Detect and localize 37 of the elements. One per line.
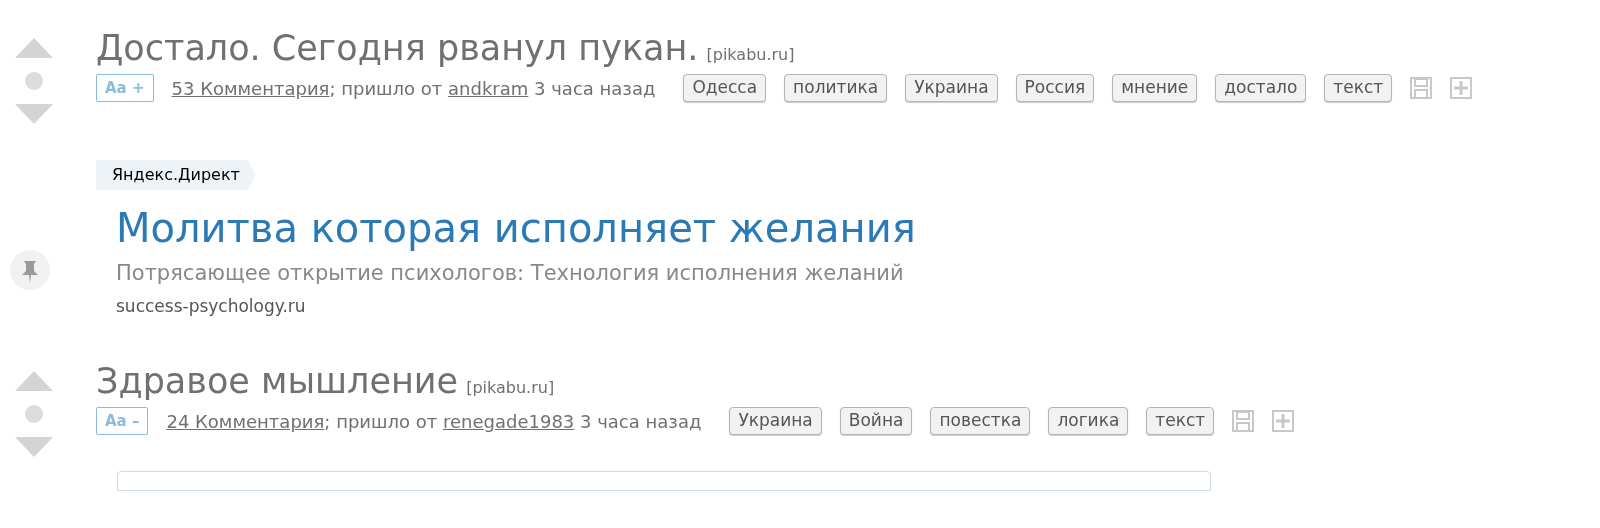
pin-icon[interactable] (10, 249, 50, 290)
post-title[interactable]: Достало. Сегодня рванул пукан. (96, 26, 699, 70)
author-link[interactable]: renegade1983 (442, 410, 575, 432)
upvote-icon[interactable] (15, 371, 53, 391)
post-meta: 24 Комментария; пришло от renegade1983 3 часа назад (166, 409, 702, 434)
ad-title[interactable]: Молитва которая исполняет желания (116, 202, 916, 254)
post-meta: 53 Комментария; пришло от andkram 3 часа назад (171, 76, 656, 101)
tag-button[interactable]: логика (1048, 407, 1129, 435)
tag-button[interactable]: мнение (1112, 74, 1198, 102)
ad-description: Потрясающее открытие психологов: Технология исполнения желаний (116, 260, 905, 287)
save-icon[interactable] (1410, 77, 1433, 99)
author-link[interactable]: andkram (448, 77, 529, 99)
tag-button[interactable]: текст (1324, 74, 1393, 102)
tag-button[interactable]: политика (784, 74, 888, 102)
comments-link[interactable]: 24 Комментария (166, 410, 325, 432)
dot-icon (25, 72, 43, 90)
tag-button[interactable]: Украина (729, 407, 822, 435)
ad-label: Яндекс.Директ (96, 160, 256, 190)
post-source: [pikabu.ru] (466, 377, 555, 399)
ad-url[interactable]: success-psychology.ru (116, 293, 916, 319)
tag-button[interactable]: повестка (930, 407, 1031, 435)
upvote-icon[interactable] (15, 38, 53, 58)
save-icon[interactable] (1232, 410, 1255, 432)
tag-button[interactable]: Война (839, 407, 913, 435)
post-source: [pikabu.ru] (706, 44, 795, 66)
plus-icon[interactable] (1272, 410, 1295, 432)
dot-icon (25, 405, 43, 423)
tag-button[interactable]: текст (1146, 407, 1215, 435)
downvote-icon[interactable] (15, 104, 53, 124)
tag-button[interactable]: достало (1215, 74, 1307, 102)
tag-button[interactable]: Украина (905, 74, 998, 102)
plus-icon[interactable] (1450, 77, 1473, 99)
post-title[interactable]: Здравое мышление (96, 359, 459, 403)
comments-link[interactable]: 53 Комментария (171, 77, 330, 99)
downvote-icon[interactable] (15, 437, 53, 457)
tag-button[interactable]: Одесса (683, 74, 767, 102)
tag-button[interactable]: Россия (1015, 74, 1095, 102)
